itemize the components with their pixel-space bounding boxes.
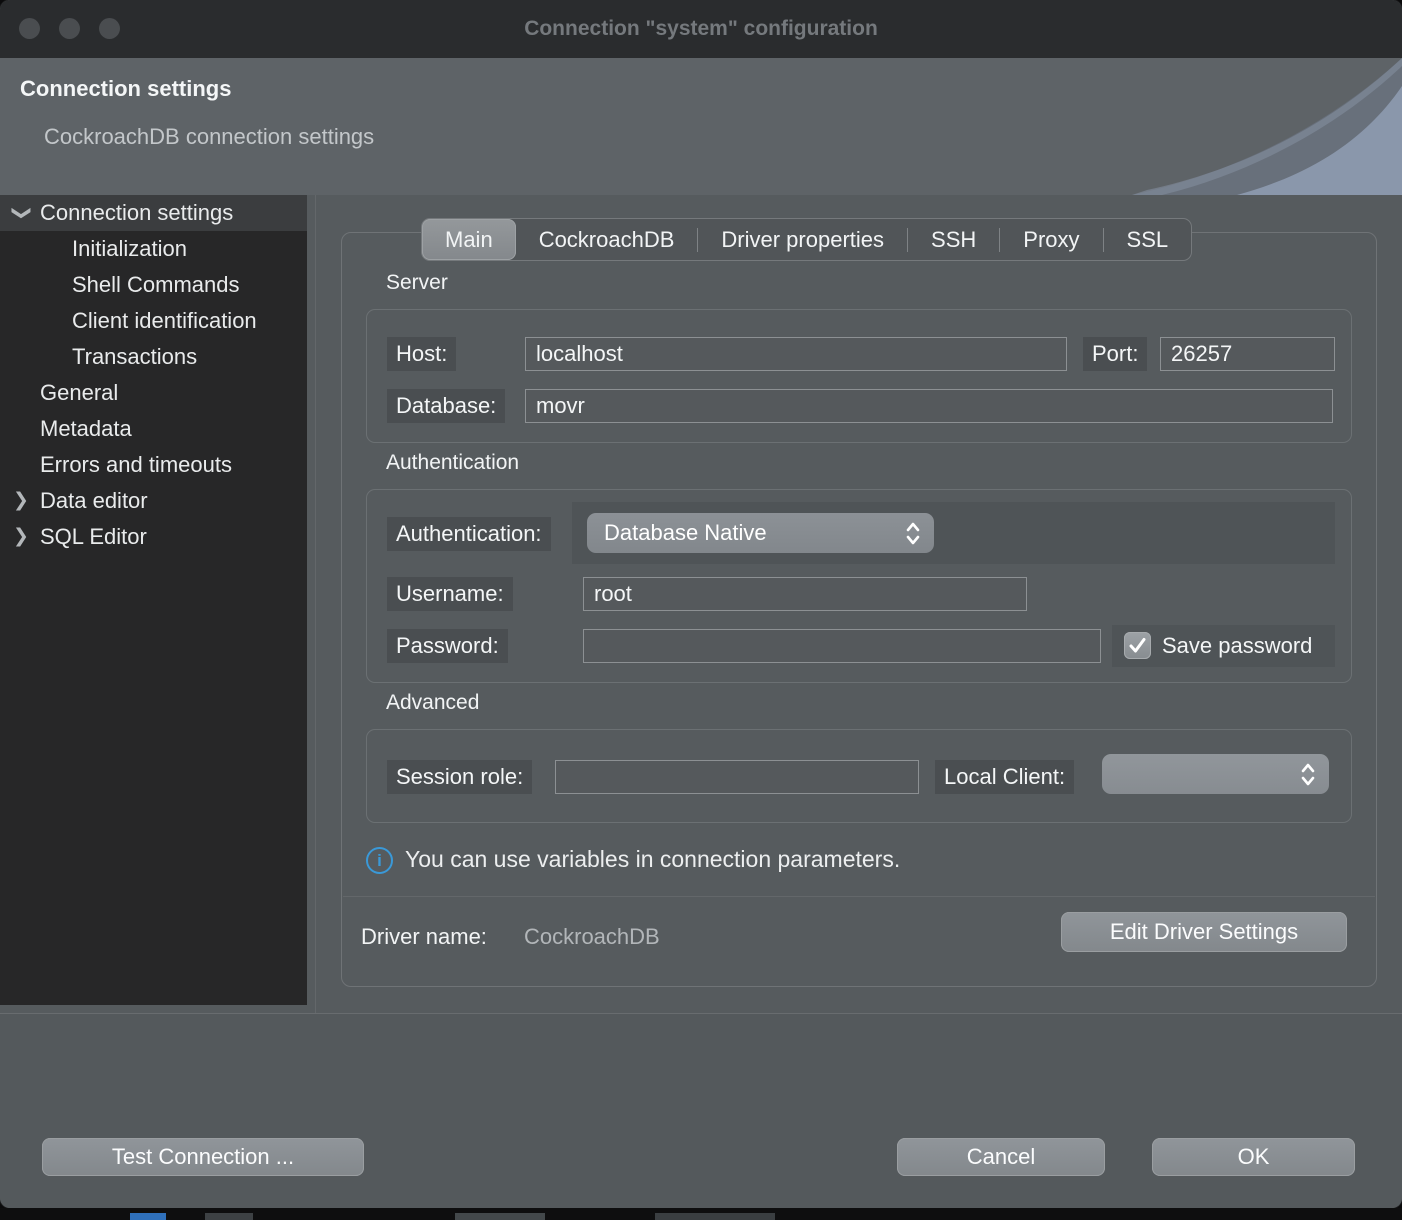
authentication-method-label: Authentication:: [387, 517, 551, 551]
decorative-swoosh: [1092, 58, 1402, 195]
sidebar-item-transactions[interactable]: Transactions: [0, 339, 307, 375]
session-role-label: Session role:: [387, 760, 532, 794]
driver-name-value: CockroachDB: [524, 924, 660, 950]
updown-chevron-icon: [904, 520, 922, 547]
window-title: Connection "system" configuration: [0, 0, 1402, 58]
desktop-sliver: [205, 1213, 253, 1220]
edit-driver-settings-button[interactable]: Edit Driver Settings: [1061, 912, 1347, 952]
tab-ssl[interactable]: SSL: [1104, 219, 1192, 260]
sidebar-item-shell-commands[interactable]: Shell Commands: [0, 267, 307, 303]
tab-main[interactable]: Main: [422, 219, 516, 260]
sidebar-item-initialization[interactable]: Initialization: [0, 231, 307, 267]
advanced-group-box: Session role: Local Client:: [366, 729, 1352, 823]
tree-item-label: Initialization: [72, 231, 187, 267]
settings-tree: ❯ Connection settings Initialization She…: [0, 195, 307, 1005]
authentication-group-box: Authentication: Database Native Username…: [366, 489, 1352, 683]
desktop-sliver: [655, 1213, 775, 1220]
desktop-strip: [0, 1208, 1402, 1220]
authentication-method-select[interactable]: Database Native: [587, 513, 934, 553]
local-client-select[interactable]: [1102, 754, 1329, 794]
info-icon: i: [366, 847, 393, 874]
chevron-down-icon[interactable]: ❯: [3, 202, 39, 224]
dialog-body: ❯ Connection settings Initialization She…: [0, 195, 1402, 1013]
driver-name-label: Driver name:: [361, 924, 487, 950]
tabbar: Main CockroachDB Driver properties SSH P…: [421, 218, 1192, 261]
sidebar-item-errors-and-timeouts[interactable]: Errors and timeouts: [0, 447, 307, 483]
sidebar-item-client-identification[interactable]: Client identification: [0, 303, 307, 339]
server-group-box: Host: Port: Database:: [366, 309, 1352, 443]
updown-chevron-icon: [1299, 761, 1317, 788]
database-input[interactable]: [525, 389, 1333, 423]
tab-cockroachdb[interactable]: CockroachDB: [516, 219, 698, 260]
local-client-label: Local Client:: [935, 760, 1074, 794]
sidebar-item-general[interactable]: General: [0, 375, 307, 411]
sidebar-item-sql-editor[interactable]: ❯ SQL Editor: [0, 519, 307, 555]
sidebar-resize-sash[interactable]: [315, 195, 316, 1013]
desktop-sliver: [130, 1213, 166, 1220]
host-label: Host:: [387, 337, 456, 371]
checkmark-icon: [1128, 636, 1147, 655]
sidebar-item-data-editor[interactable]: ❯ Data editor: [0, 483, 307, 519]
tree-item-label: Transactions: [72, 339, 197, 375]
save-password-checkbox[interactable]: [1124, 632, 1151, 659]
save-password-label[interactable]: Save password: [1162, 629, 1335, 663]
tree-item-label: Data editor: [40, 483, 148, 519]
titlebar: Connection "system" configuration: [0, 0, 1402, 58]
sidebar-item-connection-settings[interactable]: ❯ Connection settings: [0, 195, 307, 231]
chevron-right-icon[interactable]: ❯: [10, 519, 32, 555]
session-role-input[interactable]: [555, 760, 919, 794]
test-connection-button[interactable]: Test Connection ...: [42, 1138, 364, 1176]
tab-ssh[interactable]: SSH: [908, 219, 999, 260]
advanced-group-label: Advanced: [386, 691, 479, 715]
tree-item-label: Connection settings: [40, 195, 233, 231]
port-input[interactable]: [1160, 337, 1335, 371]
info-message: You can use variables in connection para…: [405, 846, 900, 873]
host-input[interactable]: [525, 337, 1067, 371]
password-input[interactable]: [583, 629, 1101, 663]
ok-button[interactable]: OK: [1152, 1138, 1355, 1176]
desktop-sliver: [455, 1213, 545, 1220]
authentication-group-label: Authentication: [386, 451, 519, 475]
panel-divider: [343, 896, 1375, 897]
main-tab-panel: Server Host: Port: Database: Authenticat…: [341, 232, 1377, 987]
chevron-right-icon[interactable]: ❯: [10, 483, 32, 519]
tree-item-label: General: [40, 375, 118, 411]
tree-item-label: Client identification: [72, 303, 257, 339]
info-glyph: i: [377, 851, 382, 870]
tab-driver-properties[interactable]: Driver properties: [698, 219, 907, 260]
password-label: Password:: [387, 629, 508, 663]
selected-option-label: Database Native: [604, 520, 767, 545]
header-subtitle: CockroachDB connection settings: [44, 124, 374, 150]
header-title: Connection settings: [20, 76, 231, 102]
username-input[interactable]: [583, 577, 1027, 611]
tree-item-label: SQL Editor: [40, 519, 147, 555]
dialog-window: Connection "system" configuration Connec…: [0, 0, 1402, 1208]
tree-item-label: Metadata: [40, 411, 132, 447]
sidebar-item-metadata[interactable]: Metadata: [0, 411, 307, 447]
tree-item-label: Errors and timeouts: [40, 447, 232, 483]
cancel-button[interactable]: Cancel: [897, 1138, 1105, 1176]
server-group-label: Server: [386, 271, 448, 295]
port-label: Port:: [1083, 337, 1147, 371]
tree-item-label: Shell Commands: [72, 267, 240, 303]
app-window: Connection "system" configuration Connec…: [0, 0, 1402, 1220]
database-label: Database:: [387, 389, 505, 423]
wizard-header: Connection settings CockroachDB connecti…: [0, 58, 1402, 195]
dialog-footer: Test Connection ... Cancel OK: [0, 1013, 1402, 1208]
tab-proxy[interactable]: Proxy: [1000, 219, 1102, 260]
username-label: Username:: [387, 577, 513, 611]
